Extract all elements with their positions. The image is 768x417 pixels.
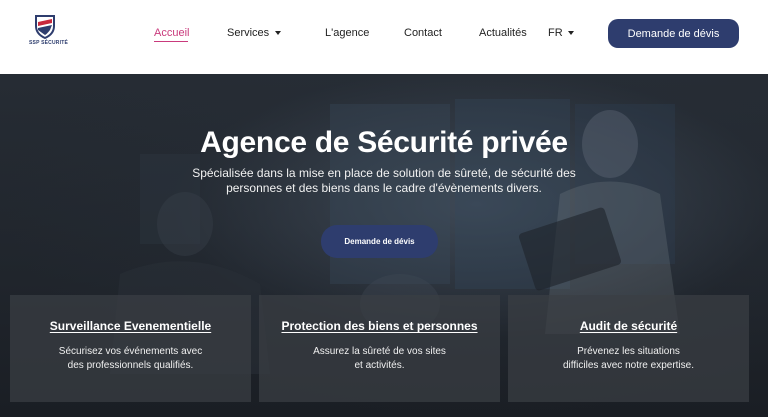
- language-caret-icon[interactable]: [568, 31, 574, 35]
- language-selector[interactable]: FR: [548, 27, 563, 39]
- card-text-line: des professionnels qualifiés.: [67, 360, 194, 371]
- hero-subtitle-line2: personnes et des biens dans le cadre d'é…: [226, 181, 542, 195]
- hero-section: Agence de Sécurité privée Spécialisée da…: [0, 74, 768, 417]
- nav-contact[interactable]: Contact: [404, 27, 442, 39]
- service-card-protection[interactable]: Protection des biens et personnes Assure…: [259, 295, 500, 402]
- services-caret-icon[interactable]: [275, 31, 281, 35]
- card-title-surveillance[interactable]: Surveillance Evenementielle: [10, 319, 251, 333]
- active-nav-underline: [154, 41, 188, 42]
- card-text-protection: Assurez la sûreté de vos sites et activi…: [259, 345, 500, 373]
- header-quote-button[interactable]: Demande de dévis: [608, 19, 739, 48]
- service-card-surveillance[interactable]: Surveillance Evenementielle Sécurisez vo…: [10, 295, 251, 402]
- card-text-surveillance: Sécurisez vos événements avec des profes…: [10, 345, 251, 373]
- hero-subtitle: Spécialisée dans la mise en place de sol…: [184, 166, 584, 196]
- hero-subtitle-line1: Spécialisée dans la mise en place de sol…: [192, 166, 576, 180]
- site-header: SSP SÉCURITÉ Accueil Services L'agence C…: [0, 0, 768, 74]
- hero-title: Agence de Sécurité privée: [200, 126, 568, 159]
- card-title-audit[interactable]: Audit de sécurité: [508, 319, 749, 333]
- service-card-audit[interactable]: Audit de sécurité Prévenez les situation…: [508, 295, 749, 402]
- card-text-line: Prévenez les situations: [577, 346, 680, 357]
- card-title-protection[interactable]: Protection des biens et personnes: [259, 319, 500, 333]
- hero-quote-button[interactable]: Demande de dévis: [321, 225, 438, 258]
- nav-services[interactable]: Services: [227, 27, 269, 39]
- logo-text: SSP SÉCURITÉ: [29, 40, 68, 46]
- card-text-line: et activités.: [354, 360, 405, 371]
- card-text-line: Assurez la sûreté de vos sites: [313, 346, 446, 357]
- card-text-line: Sécurisez vos événements avec: [58, 346, 203, 357]
- card-text-audit: Prévenez les situations difficiles avec …: [508, 345, 749, 373]
- nav-accueil[interactable]: Accueil: [154, 27, 189, 39]
- nav-actualites[interactable]: Actualités: [479, 27, 527, 39]
- card-text-line: difficiles avec notre expertise.: [563, 360, 694, 371]
- nav-agence[interactable]: L'agence: [325, 27, 369, 39]
